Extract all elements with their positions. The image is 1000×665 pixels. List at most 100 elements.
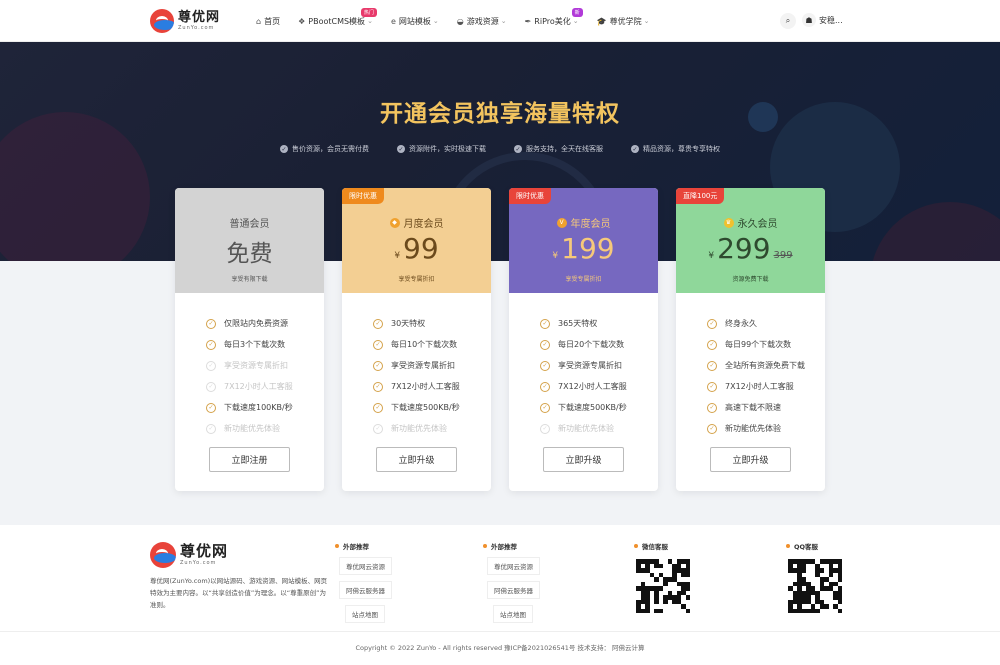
upgrade-button[interactable]: 立即升级 <box>710 447 791 472</box>
nav-label: 游戏资源 <box>466 16 499 26</box>
feature-item: ✓ 7X12小时人工客服 <box>373 376 491 397</box>
feature-text: 新功能优先体验 <box>558 424 614 433</box>
currency-symbol: ¥ <box>394 251 401 261</box>
check-circle-icon: ✓ <box>206 318 216 329</box>
site-footer: 尊优网 ZunYo.com 尊优网(ZunYo.com)以网站源码、游戏资源、网… <box>0 525 1000 631</box>
dot-icon <box>483 544 487 548</box>
check-circle-icon: ✓ <box>206 381 216 392</box>
card-header: 直降100元 ♛ 永久会员 ¥299 399 资源免费下载 <box>676 188 825 293</box>
feature-text: 30天特权 <box>391 319 426 328</box>
feature-item: ✓ 全站所有资源免费下载 <box>707 355 825 376</box>
feature-item: ✓ 享受资源专属折扣 <box>540 355 658 376</box>
site-logo[interactable]: 尊优网 ZunYo.com <box>150 9 220 33</box>
check-circle-icon: ✓ <box>540 318 550 329</box>
footer-link[interactable]: 尊优网云资源 <box>487 557 540 575</box>
nav-label: RiPro美化 <box>534 16 571 26</box>
currency-symbol: ¥ <box>552 251 559 261</box>
feature-item: ✓ 30天特权 <box>373 313 491 334</box>
feature-item: ✓ 每日20个下载次数 <box>540 334 658 355</box>
membership-card: 限时优惠 V 年度会员 ¥199 享受专属折扣 ✓ 365天特权 ✓ 每日20个下载次数 ✓ 享受资… <box>509 188 658 491</box>
check-circle-icon: ✓ <box>373 318 383 329</box>
footer-link[interactable]: 站点地图 <box>493 605 533 623</box>
check-circle-icon: ✓ <box>373 402 383 413</box>
search-icon[interactable]: ⌕ <box>780 13 796 29</box>
footer-logo[interactable]: 尊优网 ZunYo.com <box>150 542 228 568</box>
check-circle-icon: ✓ <box>514 145 522 153</box>
feature-item: ✓ 享受资源专属折扣 <box>373 355 491 376</box>
feature-text: 享受资源专属折扣 <box>391 361 455 370</box>
feature-item: ✓ 新功能优先体验 <box>373 418 491 439</box>
footer-col-title: 外部推荐 <box>343 543 369 551</box>
footer-link[interactable]: 尊优网云资源 <box>339 557 392 575</box>
membership-card: 普通会员 免费 享受有限下载 ✓ 仅限站内免费资源 ✓ 每日3个下载次数 ✓ 享受资源专属折扣 ✓… <box>175 188 324 491</box>
nav-item[interactable]: ⌂ 首页 <box>256 16 280 27</box>
plan-name: 普通会员 <box>229 219 270 230</box>
feature-text: 7X12小时人工客服 <box>725 382 794 391</box>
promo-tag: 限时优惠 <box>342 188 384 204</box>
check-circle-icon: ✓ <box>707 423 717 434</box>
feature-text: 7X12小时人工客服 <box>558 382 627 391</box>
check-circle-icon: ✓ <box>373 381 383 392</box>
gamepad-icon: ◒ <box>456 16 464 26</box>
feature-item: ✓ 365天特权 <box>540 313 658 334</box>
user-menu[interactable]: ☗ 安稳... <box>802 13 843 27</box>
feature-item: ✓ 每日99个下载次数 <box>707 334 825 355</box>
nav-item[interactable]: ✒ RiPro美化 ⌄ 新 <box>525 7 583 27</box>
footer-link[interactable]: 阿佛云服务器 <box>339 581 392 599</box>
nav-item[interactable]: e 网站模板 ⌄ <box>391 16 439 27</box>
feature-text: 下载速度500KB/秒 <box>391 403 460 412</box>
promo-tag: 直降100元 <box>676 188 725 204</box>
feature-item: ✓ 新功能优先体验 <box>707 418 825 439</box>
feature-text: 新功能优先体验 <box>391 424 447 433</box>
plan-features: ✓ 终身永久 ✓ 每日99个下载次数 ✓ 全站所有资源免费下载 ✓ 7X12小时人工客服 ✓ 高速… <box>676 293 825 439</box>
qq-qr-code <box>786 557 844 615</box>
check-circle-icon: ✓ <box>280 145 288 153</box>
footer-link[interactable]: 站点地图 <box>345 605 385 623</box>
check-circle-icon: ✓ <box>206 402 216 413</box>
check-circle-icon: ✓ <box>206 360 216 371</box>
plan-price: 299 <box>717 232 771 265</box>
check-circle-icon: ✓ <box>540 423 550 434</box>
footer-links-col-1: 外部推荐 尊优网云资源 阿佛云服务器 站点地图 <box>335 541 392 623</box>
feature-text: 高速下载不限速 <box>725 403 781 412</box>
plan-features: ✓ 仅限站内免费资源 ✓ 每日3个下载次数 ✓ 享受资源专属折扣 ✓ 7X12小时人工客服 ✓ 下… <box>175 293 324 439</box>
feature-text: 享受资源专属折扣 <box>558 361 622 370</box>
check-circle-icon: ✓ <box>206 339 216 350</box>
nav-item[interactable]: ❖ PBootCMS模板 ⌄ 热门 <box>298 7 377 27</box>
footer-link[interactable]: 阿佛云服务器 <box>487 581 540 599</box>
decor-blob <box>0 112 150 261</box>
ie-icon: e <box>390 16 396 26</box>
user-name: 安稳... <box>819 15 843 25</box>
nav-item[interactable]: 🎓 尊优学院 ⌄ <box>597 16 650 27</box>
qq-title: QQ客服 <box>794 543 819 551</box>
nav-item[interactable]: ◒ 游戏资源 ⌄ <box>457 16 507 27</box>
check-circle-icon: ✓ <box>373 423 383 434</box>
feature-item: ✓ 7X12小时人工客服 <box>540 376 658 397</box>
feature-text: 365天特权 <box>558 319 598 328</box>
plan-name: 年度会员 <box>570 219 611 230</box>
upgrade-button[interactable]: 立即升级 <box>543 447 624 472</box>
nav-label: PBootCMS模板 <box>308 16 366 26</box>
footer-logo-domain: ZunYo.com <box>180 560 217 566</box>
register-button[interactable]: 立即注册 <box>209 447 290 472</box>
plan-features: ✓ 365天特权 ✓ 每日20个下载次数 ✓ 享受资源专属折扣 ✓ 7X12小时人工客服 ✓ 下载… <box>509 293 658 439</box>
footer-logo-name: 尊优网 <box>180 542 229 560</box>
upgrade-button[interactable]: 立即升级 <box>376 447 457 472</box>
feature-text: 新功能优先体验 <box>725 424 781 433</box>
logo-mark-icon <box>150 542 176 568</box>
pricing-background <box>0 261 1000 525</box>
site-header: 尊优网 ZunYo.com ⌂ 首页 ❖ PBootCMS模板 ⌄ 热门 e 网站模板 ⌄ ◒ 游戏… <box>0 0 1000 42</box>
check-circle-icon: ✓ <box>540 402 550 413</box>
hero-feature: ✓ 精品资源，尊贵专享特权 <box>631 144 720 154</box>
plan-description: 享受专属折扣 <box>398 276 435 283</box>
card-header: 限时优惠 ◆ 月度会员 ¥99 享受专属折扣 <box>342 188 491 293</box>
decor-blob <box>870 202 1000 261</box>
graduation-cap-icon: 🎓 <box>596 16 607 26</box>
dot-icon <box>335 544 339 548</box>
feature-item: ✓ 7X12小时人工客服 <box>206 376 324 397</box>
wechat-service: 微信客服 <box>634 541 692 615</box>
footer-col-title: 外部推荐 <box>491 543 517 551</box>
feature-item: ✓ 每日3个下载次数 <box>206 334 324 355</box>
check-circle-icon: ✓ <box>373 360 383 371</box>
check-circle-icon: ✓ <box>707 360 717 371</box>
